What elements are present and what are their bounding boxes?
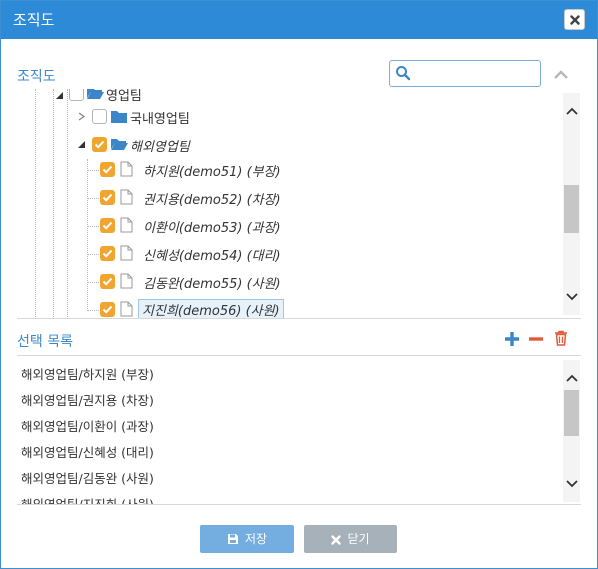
check-icon <box>102 249 113 258</box>
org-search-input[interactable] <box>414 64 536 83</box>
checkbox-checked[interactable] <box>92 137 107 152</box>
trash-icon[interactable] <box>553 330 569 346</box>
selection-list: 해외영업팀/하지원 (부장) 해외영업팀/권지용 (차장) 해외영업팀/이환이 … <box>17 355 581 505</box>
save-button[interactable]: 저장 <box>200 525 294 553</box>
close-icon <box>331 535 342 545</box>
tree-node-employee[interactable]: 이환이(demo53) (과장) <box>17 215 317 237</box>
tree-node-employee[interactable]: 권지용(demo52) (차장) <box>17 187 317 209</box>
checkbox-checked[interactable] <box>100 246 115 261</box>
close-icon <box>569 15 580 25</box>
checkbox[interactable] <box>69 89 84 101</box>
tree-node-sales[interactable]: 영업팀 <box>17 89 317 105</box>
add-icon[interactable] <box>504 331 520 347</box>
close-dialog-button[interactable] <box>564 9 585 30</box>
org-chart-label: 조직도 <box>17 69 56 85</box>
tree-node-label: 국내영업팀 <box>130 112 190 127</box>
tree-node-label: 신혜성(demo54) (대리) <box>143 249 281 264</box>
dialog-title: 조직도 <box>13 11 55 29</box>
tree-node-label: 지진희(demo56) (사원) <box>138 299 284 318</box>
tree-node-overseas-sales[interactable]: 해외영업팀 <box>17 134 317 156</box>
document-icon <box>120 161 133 177</box>
tree-node-employee[interactable]: 신혜성(demo54) (대리) <box>17 243 317 265</box>
expanded-arrow-icon[interactable] <box>55 91 64 100</box>
folder-open-icon <box>111 139 128 150</box>
checkbox-checked[interactable] <box>100 190 115 205</box>
selection-header: 선택 목록 <box>17 330 581 355</box>
tree-scrollbar[interactable] <box>563 93 580 315</box>
save-icon <box>227 534 238 544</box>
folder-icon <box>111 111 127 123</box>
list-item[interactable]: 해외영업팀/김동완 (사원) <box>21 468 154 487</box>
list-item[interactable]: 해외영업팀/권지용 (차장) <box>21 390 154 409</box>
chevron-up-icon[interactable] <box>553 68 569 80</box>
tree-node-employee-selected[interactable]: 지진희(demo56) (사원) <box>17 299 317 318</box>
checkbox-checked[interactable] <box>100 302 115 317</box>
check-icon <box>94 140 105 149</box>
checkbox-checked[interactable] <box>100 274 115 289</box>
selection-list-label: 선택 목록 <box>17 334 73 350</box>
scroll-down-icon[interactable] <box>566 293 578 301</box>
expanded-arrow-icon[interactable] <box>77 140 86 149</box>
checkbox-checked[interactable] <box>100 218 115 233</box>
remove-icon[interactable] <box>528 331 544 347</box>
tree-node-employee[interactable]: 하지원(demo51) (부장) <box>17 159 317 181</box>
checkbox[interactable] <box>92 109 107 124</box>
check-icon <box>102 221 113 230</box>
document-icon <box>120 301 133 317</box>
collapsed-arrow-icon[interactable] <box>77 112 86 121</box>
tree-scroll-thumb[interactable] <box>564 185 579 233</box>
list-item[interactable]: 해외영업팀/신혜성 (대리) <box>21 442 154 461</box>
tree-node-domestic-sales[interactable]: 국내영업팀 <box>17 106 317 128</box>
check-icon <box>102 277 113 286</box>
list-scroll-thumb[interactable] <box>564 390 579 436</box>
folder-open-icon <box>87 89 104 99</box>
tree-node-label: 영업팀 <box>106 89 142 104</box>
list-scrollbar[interactable] <box>563 360 580 502</box>
tree-node-label: 김동완(demo55) (사원) <box>143 277 281 292</box>
document-icon <box>120 273 133 289</box>
check-icon <box>102 305 113 314</box>
tree-node-label: 하지원(demo51) (부장) <box>143 165 281 180</box>
scroll-up-icon[interactable] <box>566 374 578 382</box>
scroll-down-icon[interactable] <box>566 480 578 488</box>
tree-node-label: 해외영업팀 <box>130 140 190 155</box>
search-icon <box>396 66 411 81</box>
list-item[interactable]: 해외영업팀/이환이 (과장) <box>21 416 154 435</box>
scroll-up-icon[interactable] <box>566 107 578 115</box>
close-button[interactable]: 닫기 <box>304 525 397 553</box>
document-icon <box>120 189 133 205</box>
org-chart-dialog: 조직도 조직도 영업팀 국내영업팀 해외영업팀 하지원(demo51) (부장)… <box>0 0 598 569</box>
check-icon <box>102 165 113 174</box>
list-item[interactable]: 해외영업팀/하지원 (부장) <box>21 364 154 383</box>
document-icon <box>120 245 133 261</box>
tree-node-employee[interactable]: 김동완(demo55) (사원) <box>17 271 317 293</box>
close-button-label: 닫기 <box>347 532 370 546</box>
list-item[interactable]: 해외영업팀/지진희 (사원) <box>21 494 154 504</box>
checkbox-checked[interactable] <box>100 162 115 177</box>
save-button-label: 저장 <box>244 532 268 546</box>
document-icon <box>120 217 133 233</box>
dialog-titlebar[interactable]: 조직도 <box>1 1 597 39</box>
check-icon <box>102 193 113 202</box>
tree-node-label: 권지용(demo52) (차장) <box>143 193 281 208</box>
org-search-box[interactable] <box>389 60 541 87</box>
tree-node-label: 이환이(demo53) (과장) <box>143 221 281 236</box>
org-tree: 영업팀 국내영업팀 해외영업팀 하지원(demo51) (부장) 권지용(dem… <box>17 89 581 319</box>
